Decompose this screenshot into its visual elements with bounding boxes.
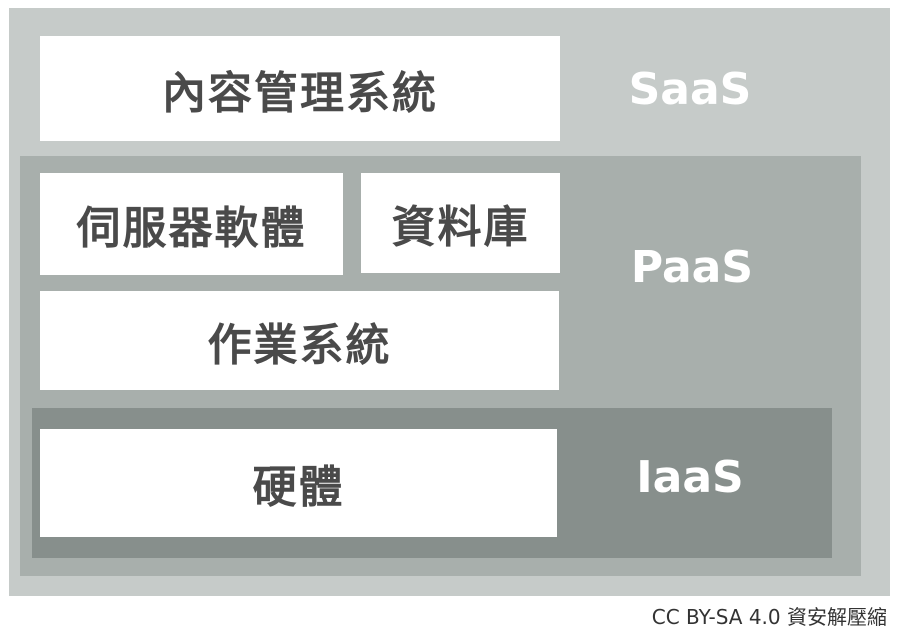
iaas-label: IaaS xyxy=(636,452,744,503)
saas-label: SaaS xyxy=(628,64,752,115)
paas-label: PaaS xyxy=(630,242,754,293)
content-management-system-box: 內容管理系統 xyxy=(40,36,560,141)
server-software-box: 伺服器軟體 xyxy=(40,173,343,275)
database-box: 資料庫 xyxy=(361,173,560,273)
operating-system-box: 作業系統 xyxy=(40,291,559,390)
hardware-box: 硬體 xyxy=(40,429,557,537)
license-credit: CC BY-SA 4.0 資安解壓縮 xyxy=(651,605,887,629)
cloud-service-diagram: 內容管理系統 伺服器軟體 資料庫 作業系統 硬體 SaaS PaaS IaaS … xyxy=(0,0,899,638)
